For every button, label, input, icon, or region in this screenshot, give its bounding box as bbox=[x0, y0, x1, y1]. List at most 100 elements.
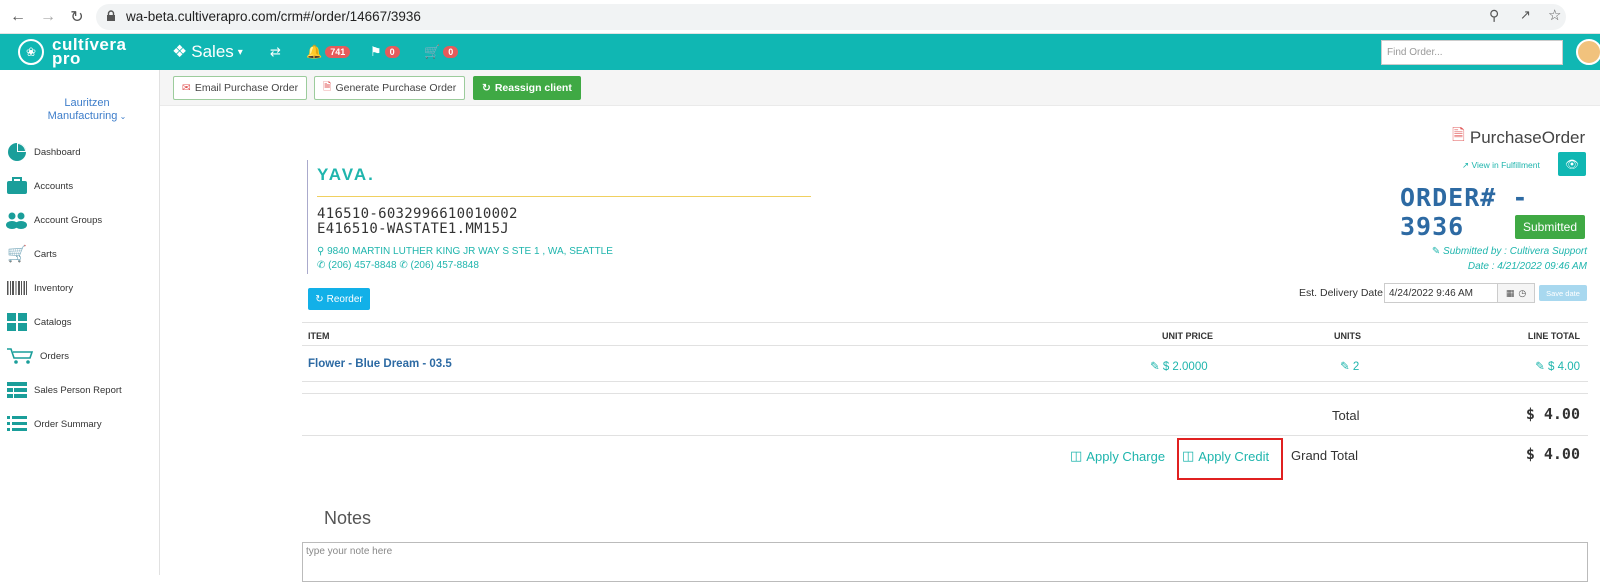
calendar-icon: ▦ bbox=[1505, 287, 1515, 298]
bell-icon: 🔔 bbox=[306, 44, 323, 59]
unit-price-value: $ 2.0000 bbox=[1162, 361, 1208, 373]
license-id: E416510-WASTATE1.MM15J bbox=[317, 221, 510, 237]
sidebar-item-label: Orders bbox=[40, 350, 70, 362]
sidebar-item-label: Dashboard bbox=[34, 146, 81, 158]
avatar[interactable] bbox=[1576, 39, 1600, 65]
sidebar-item-accounts[interactable]: Accounts bbox=[6, 177, 73, 195]
sidebar-item-sales-person-report[interactable]: Sales Person Report bbox=[6, 381, 122, 399]
grand-total-label: Grand Total bbox=[1291, 448, 1358, 463]
view-eye-button[interactable]: 👁 bbox=[1558, 152, 1586, 176]
unit-price-cell[interactable]: ✎ $ 2.0000 bbox=[1150, 359, 1208, 373]
address-bar[interactable]: wa-beta.cultiverapro.com/crm#/order/1466… bbox=[96, 4, 1566, 30]
sidebar-item-label: Inventory bbox=[34, 282, 74, 294]
sidebar: Lauritzen Manufacturing ⌄ Dashboard Acco… bbox=[0, 70, 160, 575]
sales-menu[interactable]: ❖ Sales ▾ bbox=[172, 42, 243, 62]
client-info: YAVA. 416510-6032996610010002 E416510-WA… bbox=[307, 160, 811, 274]
apply-charge-label: Apply Charge bbox=[1086, 448, 1166, 464]
leaf-icon: ❀ bbox=[18, 39, 44, 65]
license-number: 416510-6032996610010002 bbox=[317, 206, 518, 222]
generate-po-label: Generate Purchase Order bbox=[335, 82, 457, 94]
client-name[interactable]: YAVA. bbox=[317, 165, 811, 185]
apply-charge-link[interactable]: ◫ Apply Charge bbox=[1070, 448, 1165, 464]
users-icon bbox=[6, 211, 28, 229]
status-badge[interactable]: Submitted bbox=[1515, 215, 1585, 239]
zoom-icon[interactable]: ⚲ bbox=[1489, 7, 1499, 24]
share-icon[interactable]: ↗ bbox=[1520, 7, 1531, 23]
sidebar-item-catalogs[interactable]: Catalogs bbox=[6, 313, 72, 331]
phone-1: (206) 457-8848 bbox=[328, 260, 397, 271]
flag-icon: ⚑ bbox=[370, 44, 382, 59]
find-order-input[interactable]: Find Order... bbox=[1381, 40, 1563, 65]
notifications-badge: 741 bbox=[325, 46, 351, 58]
sidebar-item-orders[interactable]: Orders bbox=[6, 347, 69, 365]
pdf-icon: 🗎 bbox=[1452, 127, 1465, 144]
total-value: $ 4.00 bbox=[1525, 405, 1580, 423]
pencil-icon: ✎ bbox=[1431, 246, 1444, 257]
grid-icon bbox=[6, 313, 28, 331]
cubes-icon: ❖ bbox=[172, 42, 188, 61]
exchange-icon[interactable]: ⇄ bbox=[270, 44, 281, 60]
item-name-link[interactable]: Flower - Blue Dream - 03.5 bbox=[308, 358, 452, 370]
clock-icon: ◷ bbox=[1518, 287, 1527, 298]
line-total-value: $ 4.00 bbox=[1548, 361, 1580, 373]
back-icon[interactable]: ← bbox=[8, 7, 28, 27]
generate-purchase-order-button[interactable]: 🗎 Generate Purchase Order bbox=[314, 76, 466, 100]
briefcase-icon bbox=[6, 177, 28, 195]
lock-icon bbox=[107, 10, 115, 21]
reorder-label: Reorder bbox=[326, 293, 363, 305]
cart-badge: 0 bbox=[443, 46, 459, 58]
sidebar-item-order-summary[interactable]: Order Summary bbox=[6, 415, 102, 433]
save-date-button[interactable]: Save date bbox=[1539, 285, 1587, 301]
reload-icon[interactable]: ↻ bbox=[67, 7, 87, 27]
apply-credit-link[interactable]: ◫ Apply Credit bbox=[1182, 448, 1269, 464]
view-in-fulfillment-link[interactable]: ↗ View in Fulfillment bbox=[1462, 160, 1540, 171]
notes-textarea[interactable]: type your note here bbox=[302, 542, 1588, 582]
units-value: 2 bbox=[1352, 361, 1360, 373]
client-phones: ✆ (206) 457-8848 ✆ (206) 457-8848 bbox=[317, 260, 811, 271]
brand-suffix: pro bbox=[52, 49, 81, 68]
divider bbox=[317, 196, 811, 197]
sales-menu-label: Sales bbox=[191, 42, 234, 61]
brand-logo[interactable]: ❀ cultívera pro bbox=[18, 36, 126, 68]
sidebar-item-label: Catalogs bbox=[34, 316, 72, 328]
table-icon bbox=[6, 381, 28, 399]
sidebar-item-inventory[interactable]: Inventory bbox=[6, 279, 73, 297]
notifications-button[interactable]: 🔔 741 bbox=[306, 44, 351, 60]
reassign-client-button[interactable]: ↻ Reassign client bbox=[473, 76, 581, 100]
forward-icon[interactable]: → bbox=[38, 7, 58, 27]
table-row: Flower - Blue Dream - 03.5 ✎ $ 2.0000 ✎ … bbox=[302, 346, 1588, 382]
delivery-date-label: Est. Delivery Date bbox=[1299, 287, 1384, 299]
submission-info: ✎ Submitted by : Cultivera Support Date … bbox=[1432, 244, 1587, 274]
sidebar-item-carts[interactable]: 🛒 Carts bbox=[6, 245, 57, 263]
browser-toolbar: ← → ↻ wa-beta.cultiverapro.com/crm#/orde… bbox=[0, 0, 1600, 34]
bookmark-star-icon[interactable]: ☆ bbox=[1548, 6, 1561, 24]
flags-button[interactable]: ⚑ 0 bbox=[370, 44, 400, 60]
cart-button[interactable]: 🛒 0 bbox=[424, 44, 459, 60]
row-separator bbox=[302, 382, 1588, 394]
url-text: wa-beta.cultiverapro.com/crm#/order/1466… bbox=[126, 9, 421, 24]
email-purchase-order-button[interactable]: ✉ Email Purchase Order bbox=[173, 76, 308, 100]
purchase-order-title: 🗎 PurchaseOrder bbox=[1452, 124, 1585, 151]
email-po-label: Email Purchase Order bbox=[194, 82, 299, 94]
units-cell[interactable]: ✎ 2 bbox=[1340, 359, 1359, 373]
pie-chart-icon bbox=[6, 143, 28, 161]
caret-down-icon: ▾ bbox=[237, 46, 243, 58]
sidebar-item-account-groups[interactable]: Account Groups bbox=[6, 211, 102, 229]
phone-icon: ✆ bbox=[399, 260, 408, 271]
list-icon bbox=[6, 415, 28, 433]
delivery-date-input[interactable]: 4/24/2022 9:46 AM bbox=[1384, 283, 1498, 303]
date-picker-button[interactable]: ▦ ◷ bbox=[1497, 283, 1535, 303]
line-total-cell[interactable]: ✎ $ 4.00 bbox=[1535, 359, 1580, 373]
money-icon: ◫ bbox=[1070, 448, 1083, 463]
sidebar-item-label: Sales Person Report bbox=[34, 384, 122, 396]
reorder-button[interactable]: ↻ Reorder bbox=[308, 288, 370, 310]
company-selector[interactable]: Lauritzen Manufacturing ⌄ bbox=[22, 97, 152, 123]
grand-total-row: ◫ Apply Charge ◫ Apply Credit Grand Tota… bbox=[302, 436, 1588, 480]
submitted-by-text: Submitted by : Cultivera Support bbox=[1443, 246, 1587, 257]
sidebar-item-dashboard[interactable]: Dashboard bbox=[6, 143, 80, 161]
refresh-icon: ↻ bbox=[315, 293, 324, 305]
pdf-file-icon: 🗎 bbox=[323, 81, 332, 93]
refresh-icon: ↻ bbox=[482, 82, 491, 94]
envelope-icon: ✉ bbox=[182, 82, 191, 94]
grand-total-value: $ 4.00 bbox=[1525, 445, 1580, 463]
